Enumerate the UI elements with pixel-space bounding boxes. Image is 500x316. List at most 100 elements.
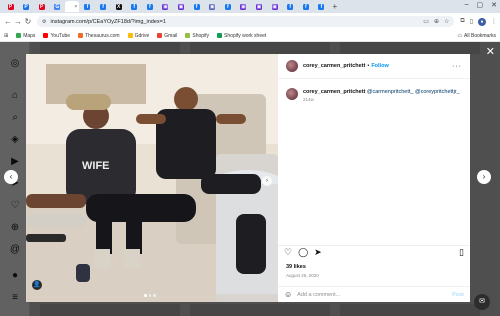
forward-icon[interactable]: →	[13, 17, 23, 26]
tab-favicon-icon: ▣	[209, 3, 216, 10]
post-modal: WIFE › 👤 corey_carmen_pritchett • Follow…	[26, 54, 470, 302]
next-post-icon[interactable]: ›	[477, 170, 491, 184]
tab-favicon-icon: ▣	[178, 3, 185, 10]
apps-icon[interactable]: ⊞	[4, 33, 8, 39]
browser-tab[interactable]: f	[220, 1, 235, 12]
post-photo[interactable]: WIFE › 👤	[26, 54, 278, 302]
browser-tab[interactable]: P	[19, 1, 34, 12]
menu-icon[interactable]: ⋮	[491, 18, 497, 25]
bookmark-icon	[78, 33, 84, 38]
like-icon[interactable]: ♡	[284, 247, 292, 258]
tab-favicon-icon: P	[23, 3, 30, 10]
browser-toolbar: ← → ↻ ⚙ instagram.com/p/CEaYOyZF18d/?img…	[0, 13, 500, 30]
tagged-users-icon[interactable]: 👤	[32, 280, 42, 290]
more-options-icon[interactable]: ···	[452, 63, 462, 70]
all-bookmarks[interactable]: ▭ All Bookmarks	[457, 33, 496, 39]
new-tab-icon[interactable]: +	[332, 2, 337, 11]
likes-count[interactable]: 39 likes	[286, 264, 306, 270]
browser-tab[interactable]: f	[142, 1, 157, 12]
address-bar[interactable]: ⚙ instagram.com/p/CEaYOyZF18d/?img_index…	[37, 16, 455, 27]
bookmark-item[interactable]: YouTube	[43, 33, 70, 39]
bookmark-item[interactable]: Gmail	[157, 33, 177, 39]
browser-tab[interactable]: f	[96, 1, 111, 12]
browser-tab[interactable]: P	[34, 1, 49, 12]
browser-tab[interactable]: ▣	[267, 1, 282, 12]
bookmark-label: YouTube	[50, 32, 71, 39]
bookmark-item[interactable]: Maps	[16, 33, 35, 39]
browser-tab[interactable]: f	[189, 1, 204, 12]
avatar[interactable]	[286, 60, 298, 72]
zoom-icon[interactable]: ⊕	[434, 18, 439, 25]
back-icon[interactable]: ←	[3, 17, 13, 26]
cast-icon[interactable]: ▭	[423, 18, 429, 25]
comment-input[interactable]: Add a comment...	[297, 292, 340, 298]
browser-tab[interactable]: f	[298, 1, 313, 12]
messages-fab-icon[interactable]: ✉	[474, 294, 490, 310]
browser-tab[interactable]: ▣	[236, 1, 251, 12]
extensions-icon[interactable]: ⧉	[460, 18, 464, 25]
post-date: August 26, 2020	[286, 273, 319, 278]
bookmark-label: Thesaurus.com	[85, 32, 120, 39]
bookmark-label: Gmail	[164, 32, 178, 39]
browser-tab[interactable]: ▣	[174, 1, 189, 12]
post-comment-button[interactable]: Post	[452, 292, 464, 298]
bookmark-icon	[185, 33, 191, 38]
save-icon[interactable]: ▯	[459, 247, 464, 258]
site-info-icon[interactable]: ⚙	[42, 19, 46, 25]
caption-time: 214w	[303, 97, 314, 102]
bookmark-item[interactable]: Shopify work sheet	[217, 33, 266, 39]
bookmark-item[interactable]: Gdrive	[127, 33, 149, 39]
separator-dot: •	[367, 63, 370, 69]
tab-favicon-icon: f	[84, 3, 91, 10]
instagram-page: ◎ ⌂ ⌕ ◈ ▶ ➤ ♡ ⊕ @ ● ≡ ✕ ‹ ›	[0, 42, 500, 316]
caption-mentions[interactable]: @carmenpritchett_ @coreypritchettjr_	[367, 89, 460, 95]
browser-tab[interactable]: ▣	[205, 1, 220, 12]
caption-username[interactable]: corey_carmen_pritchett	[303, 89, 365, 95]
previous-post-icon[interactable]: ‹	[4, 170, 18, 184]
tab-favicon-icon: f	[318, 3, 325, 10]
post-sidebar: corey_carmen_pritchett • Follow ··· core…	[278, 54, 470, 302]
browser-tab[interactable]: X	[111, 1, 126, 12]
browser-tab[interactable]: ▣	[252, 1, 267, 12]
bookmark-label: Shopify	[192, 32, 210, 39]
comment-icon[interactable]: ◯	[298, 247, 308, 258]
bookmarks-bar: ⊞ Maps YouTube Thesaurus.com Gdrive Gmail Sho…	[0, 30, 500, 42]
browser-tab[interactable]: ▣	[158, 1, 173, 12]
browser-tab[interactable]: ×	[65, 1, 80, 12]
browser-tab[interactable]: P	[3, 1, 18, 12]
tab-favicon-icon: f	[224, 3, 231, 10]
tab-favicon-icon: f	[131, 3, 138, 10]
carousel-dot	[148, 294, 151, 297]
caption-avatar[interactable]	[286, 88, 298, 100]
browser-tab[interactable]: G	[50, 1, 65, 12]
tab-favicon-icon: f	[146, 3, 153, 10]
reload-icon[interactable]: ↻	[23, 17, 33, 26]
bookmark-item[interactable]: Shopify	[185, 33, 209, 39]
emoji-icon[interactable]: ☺	[284, 290, 292, 299]
browser-tab[interactable]: f	[283, 1, 298, 12]
close-icon[interactable]: ✕	[486, 45, 495, 58]
add-comment-bar: ☺ Add a comment... Post	[278, 286, 470, 302]
browser-tab[interactable]: f	[314, 1, 329, 12]
tab-favicon-icon: f	[100, 3, 107, 10]
share-icon[interactable]: ➤	[314, 247, 322, 258]
photo-next-icon[interactable]: ›	[262, 176, 272, 186]
all-bookmarks-label: All Bookmarks	[464, 32, 496, 39]
tab-favicon-icon: f	[287, 3, 294, 10]
maximize-icon[interactable]: ▢	[477, 1, 484, 9]
bookmark-star-icon[interactable]: ☆	[444, 18, 449, 25]
bookmark-icon	[127, 33, 133, 38]
profile-avatar[interactable]: ●	[478, 17, 486, 26]
post-username[interactable]: corey_carmen_pritchett	[303, 63, 365, 69]
window-close-icon[interactable]: ✕	[491, 1, 497, 9]
minimize-icon[interactable]: –	[465, 1, 469, 9]
photo-illustration: WIFE	[26, 54, 278, 302]
tab-close-icon[interactable]: ×	[74, 4, 77, 10]
follow-button[interactable]: Follow	[371, 63, 388, 69]
side-panel-icon[interactable]: ▯	[470, 18, 473, 25]
browser-tab[interactable]: f	[127, 1, 142, 12]
tab-favicon-icon: f	[302, 3, 309, 10]
bookmark-item[interactable]: Thesaurus.com	[78, 32, 120, 39]
browser-tab[interactable]: f	[80, 1, 95, 12]
tab-favicon-icon: ▣	[162, 3, 169, 10]
